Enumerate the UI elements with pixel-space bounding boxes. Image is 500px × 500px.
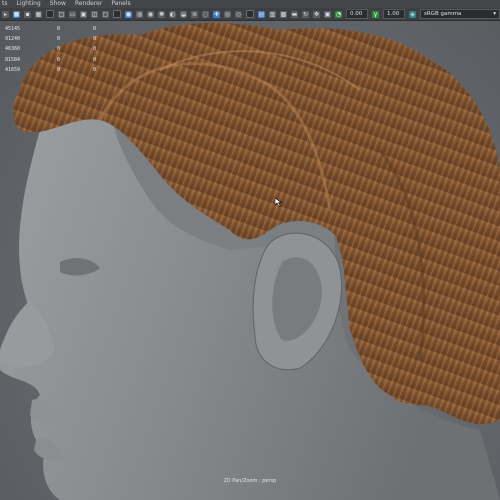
wireframe-icon[interactable] bbox=[113, 10, 121, 18]
color-management-icon[interactable]: ◈ bbox=[409, 10, 416, 18]
backface-culling-icon[interactable]: ▥ bbox=[269, 10, 276, 18]
menu-item-renderer[interactable]: Renderer bbox=[75, 0, 102, 8]
hud-value: 0 bbox=[93, 26, 97, 32]
motion-blur-icon[interactable]: ≋ bbox=[191, 10, 198, 18]
panel-toolbar: ▸ ■ ▪ ▦ □ ▭ ▣ ◫ ▢ ● ◍ ◉ ✺ ◐ ◒ ≋ ◌ ✚ ◎ ◇ … bbox=[0, 8, 500, 21]
image-plane-icon[interactable]: ▦ bbox=[35, 10, 42, 18]
isolate-select-icon[interactable]: ◎ bbox=[224, 10, 231, 18]
hud-value: 0 bbox=[93, 36, 97, 43]
hud-row: 45145 0 0 bbox=[5, 24, 96, 34]
camera-icon[interactable]: ▬ bbox=[291, 10, 298, 18]
panel-menubar: ts Lighting Show Renderer Panels bbox=[0, 0, 500, 8]
hud-value: 45145 bbox=[5, 26, 21, 32]
wireframe-on-shaded-icon[interactable]: ◍ bbox=[136, 10, 143, 18]
smooth-shade-icon[interactable]: ● bbox=[125, 10, 132, 18]
depth-of-field-icon[interactable]: ✚ bbox=[213, 10, 220, 18]
gamma-icon[interactable]: γ bbox=[372, 10, 379, 18]
view-transform-value: sRGB gamma bbox=[424, 11, 462, 17]
grid-icon[interactable] bbox=[46, 10, 54, 18]
hud-value: 0 bbox=[57, 66, 61, 73]
hud-value: 0 bbox=[93, 66, 97, 73]
resolution-gate-icon[interactable]: ▭ bbox=[69, 10, 76, 18]
xray-active-components-icon[interactable]: ▤ bbox=[258, 10, 265, 18]
hud-value: 0 bbox=[57, 46, 61, 53]
hud-value: 0 bbox=[57, 36, 61, 43]
hud-value: 0 bbox=[93, 56, 97, 63]
hud-value: 91240 bbox=[5, 36, 21, 43]
view-transform-dropdown[interactable]: sRGB gamma ▾ bbox=[420, 9, 500, 19]
camera-attributes-icon[interactable]: ■ bbox=[13, 10, 20, 18]
tumble-icon[interactable]: ↻ bbox=[302, 10, 309, 18]
hud-value: 46360 bbox=[5, 46, 21, 53]
film-gate-icon[interactable]: □ bbox=[58, 10, 65, 18]
hud-value: 0 bbox=[57, 56, 61, 63]
hud-row: 41659 0 0 bbox=[5, 65, 96, 75]
mouse-cursor-icon bbox=[275, 198, 283, 207]
menu-item-shading[interactable]: ts bbox=[2, 0, 7, 8]
hud-value: 81584 bbox=[5, 56, 21, 63]
hud-row: 46360 0 0 bbox=[5, 44, 96, 54]
safe-action-icon[interactable]: ▢ bbox=[102, 10, 109, 18]
textured-icon[interactable]: ◉ bbox=[147, 10, 154, 18]
use-all-lights-icon[interactable]: ✺ bbox=[158, 10, 165, 18]
xray-joints-icon[interactable] bbox=[246, 10, 254, 18]
anti-aliasing-icon[interactable]: ◌ bbox=[202, 10, 209, 18]
gamma-field[interactable]: 1.00 bbox=[383, 9, 405, 19]
bookmark-icon[interactable]: ▪ bbox=[24, 10, 31, 18]
hud-value: 0 bbox=[93, 46, 97, 53]
hud-value: 41659 bbox=[5, 66, 21, 73]
hud-row: 91240 0 0 bbox=[5, 34, 96, 44]
camera-label: 2D Pan/Zoom : persp bbox=[223, 478, 277, 484]
screen-space-ao-icon[interactable]: ◒ bbox=[180, 10, 187, 18]
xray-icon[interactable]: ◇ bbox=[235, 10, 242, 18]
snapshot-icon[interactable]: ▣ bbox=[324, 10, 331, 18]
menu-item-show[interactable]: Show bbox=[50, 0, 66, 8]
select-camera-icon[interactable]: ▸ bbox=[2, 10, 9, 18]
hud-row: 81584 0 0 bbox=[5, 55, 96, 65]
menu-item-panels[interactable]: Panels bbox=[111, 0, 130, 8]
chevron-down-icon: ▾ bbox=[493, 11, 496, 17]
shadows-icon[interactable]: ◐ bbox=[169, 10, 176, 18]
field-chart-icon[interactable]: ◫ bbox=[91, 10, 98, 18]
pan-icon[interactable]: ✥ bbox=[313, 10, 320, 18]
exposure-icon[interactable]: ◔ bbox=[335, 10, 342, 18]
hud-icon[interactable]: ▩ bbox=[280, 10, 287, 18]
menu-item-lighting[interactable]: Lighting bbox=[16, 0, 40, 8]
poly-count-hud: 45145 0 0 91240 0 0 46360 0 0 81584 0 0 … bbox=[5, 24, 96, 75]
gate-mask-icon[interactable]: ▣ bbox=[80, 10, 87, 18]
exposure-field[interactable]: 0.00 bbox=[346, 9, 368, 19]
hud-value: 0 bbox=[57, 26, 61, 32]
